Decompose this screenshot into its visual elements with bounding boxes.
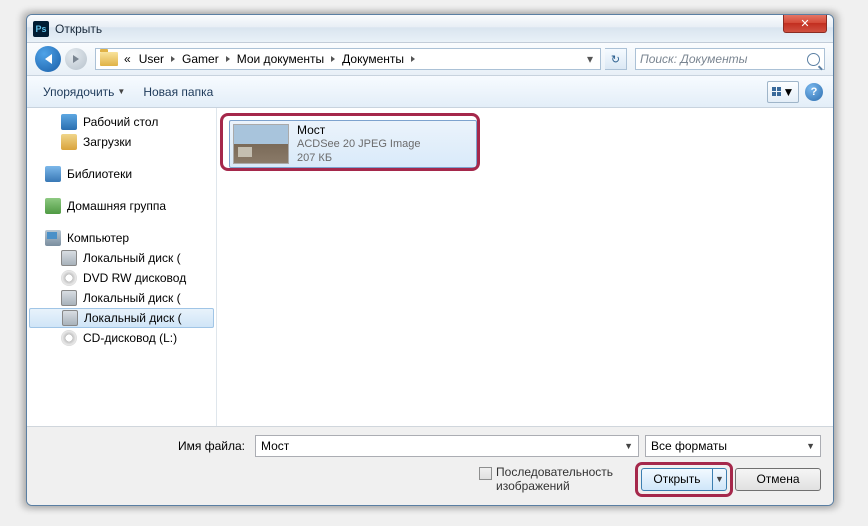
file-list: Мост ACDSee 20 JPEG Image 207 КБ (217, 108, 833, 426)
breadcrumb-prefix: « (120, 52, 135, 66)
hdd-icon (62, 310, 78, 326)
view-options-button[interactable]: ▼ (767, 81, 799, 103)
back-button[interactable] (35, 46, 61, 72)
file-name: Мост (297, 123, 421, 137)
libraries-icon (45, 166, 61, 182)
tree-hdd-2[interactable]: Локальный диск ( (27, 288, 216, 308)
footer: Имя файла: Мост ▼ Все форматы ▼ Последов… (27, 426, 833, 505)
tree-libraries[interactable]: Библиотеки (27, 164, 216, 184)
open-dialog: Ps Открыть ✕ « User Gamer Мои документы … (26, 14, 834, 506)
open-button[interactable]: Открыть (641, 468, 713, 491)
tiles-icon (772, 87, 781, 96)
breadcrumb-mydocs[interactable]: Мои документы (233, 52, 328, 66)
hdd-icon (61, 250, 77, 266)
breadcrumb-docs[interactable]: Документы (338, 52, 408, 66)
address-dropdown[interactable]: ▾ (582, 52, 598, 66)
organize-button[interactable]: Упорядочить▼ (37, 82, 131, 102)
breadcrumb-gamer[interactable]: Gamer (178, 52, 223, 66)
file-metadata: Мост ACDSee 20 JPEG Image 207 КБ (297, 123, 421, 165)
desktop-icon (61, 114, 77, 130)
close-button[interactable]: ✕ (783, 14, 827, 33)
refresh-button[interactable]: ↻ (605, 48, 627, 70)
app-icon: Ps (33, 21, 49, 37)
address-bar[interactable]: « User Gamer Мои документы Документы ▾ (95, 48, 601, 70)
tree-hdd-1[interactable]: Локальный диск ( (27, 248, 216, 268)
homegroup-icon (45, 198, 61, 214)
window-title: Открыть (55, 22, 783, 36)
dvd-icon (61, 270, 77, 286)
breadcrumb-user[interactable]: User (135, 52, 168, 66)
downloads-icon (61, 134, 77, 150)
arrow-right-icon (73, 55, 79, 63)
new-folder-button[interactable]: Новая папка (137, 82, 219, 102)
tree-dvd[interactable]: DVD RW дисковод (27, 268, 216, 288)
file-size: 207 КБ (297, 151, 421, 165)
chevron-right-icon (171, 56, 175, 62)
titlebar: Ps Открыть ✕ (27, 15, 833, 43)
file-thumbnail (233, 124, 289, 164)
file-item[interactable]: Мост ACDSee 20 JPEG Image 207 КБ (229, 120, 477, 168)
open-dropdown-button[interactable]: ▼ (713, 468, 727, 491)
hdd-icon (61, 290, 77, 306)
filename-input[interactable]: Мост ▼ (255, 435, 639, 457)
filetype-select[interactable]: Все форматы ▼ (645, 435, 821, 457)
tree-desktop[interactable]: Рабочий стол (27, 112, 216, 132)
cd-icon (61, 330, 77, 346)
chevron-down-icon[interactable]: ▼ (624, 441, 633, 451)
navigation-bar: « User Gamer Мои документы Документы ▾ ↻… (27, 43, 833, 76)
tree-cd[interactable]: CD-дисковод (L:) (27, 328, 216, 348)
chevron-right-icon (331, 56, 335, 62)
arrow-left-icon (45, 54, 52, 64)
body: Рабочий стол Загрузки Библиотеки Домашня… (27, 108, 833, 426)
search-input[interactable]: Поиск: Документы (635, 48, 825, 70)
tree-homegroup[interactable]: Домашняя группа (27, 196, 216, 216)
file-type: ACDSee 20 JPEG Image (297, 137, 421, 151)
cancel-button[interactable]: Отмена (735, 468, 821, 491)
tree-hdd-3[interactable]: Локальный диск ( (29, 308, 214, 328)
filename-label: Имя файла: (39, 439, 249, 453)
help-button[interactable]: ? (805, 83, 823, 101)
sidebar-tree: Рабочий стол Загрузки Библиотеки Домашня… (27, 108, 217, 426)
chevron-down-icon: ▼ (806, 441, 815, 451)
tree-downloads[interactable]: Загрузки (27, 132, 216, 152)
chevron-right-icon (226, 56, 230, 62)
toolbar: Упорядочить▼ Новая папка ▼ ? (27, 76, 833, 108)
search-placeholder: Поиск: Документы (640, 52, 807, 66)
search-icon (807, 53, 820, 66)
sequence-checkbox[interactable]: Последовательность изображений (479, 465, 613, 493)
open-button-group: Открыть ▼ (641, 468, 727, 491)
folder-icon (100, 52, 118, 66)
checkbox-icon (479, 467, 492, 480)
tree-computer[interactable]: Компьютер (27, 228, 216, 248)
forward-button[interactable] (65, 48, 87, 70)
computer-icon (45, 230, 61, 246)
chevron-right-icon (411, 56, 415, 62)
